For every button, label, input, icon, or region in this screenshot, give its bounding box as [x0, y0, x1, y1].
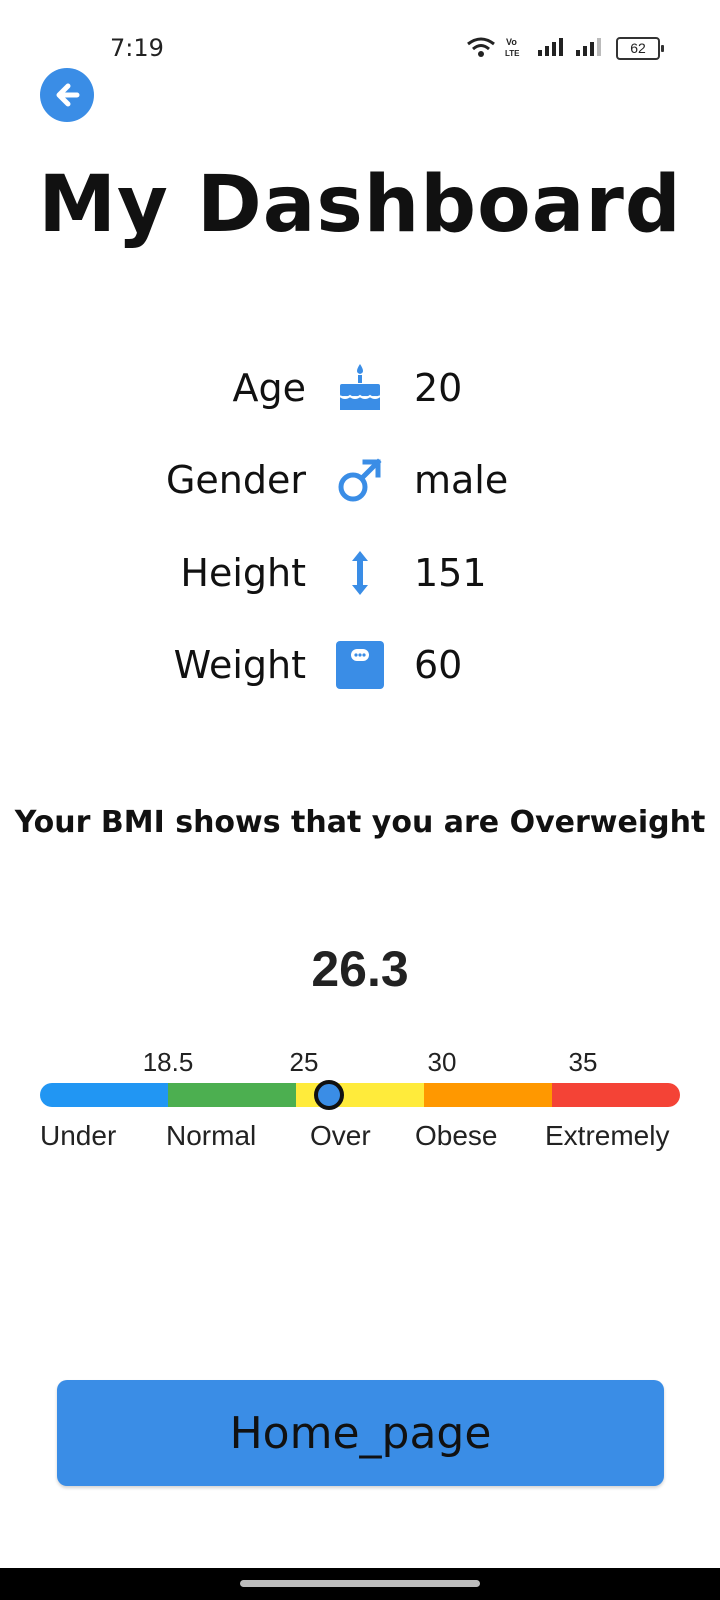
profile-value: 60: [414, 643, 463, 687]
status-bar: 7:19 Vo LTE 62: [0, 0, 720, 96]
bmi-scale-bar: [40, 1083, 680, 1107]
signal-icon: [538, 38, 563, 56]
scale-segment-normal: [168, 1083, 296, 1107]
volte-icon: Vo LTE: [505, 37, 520, 58]
scale-segment-extremely: [552, 1083, 680, 1107]
scale-category: Normal: [166, 1120, 257, 1151]
status-time: 7:19: [110, 34, 164, 62]
profile-value: male: [414, 458, 509, 502]
profile-label: Age: [232, 366, 307, 410]
back-button[interactable]: [40, 68, 94, 122]
profile-label: Weight: [173, 643, 306, 687]
profile-value: 151: [414, 551, 487, 595]
cake-icon: [334, 362, 386, 414]
scale-threshold: 30: [427, 1047, 457, 1077]
profile-label: Gender: [165, 458, 306, 502]
profile-row-height: Height 151: [0, 543, 720, 603]
scale-segment-under: [40, 1083, 168, 1107]
scale-category: Obese: [415, 1120, 498, 1151]
bmi-marker: [314, 1080, 345, 1110]
home-gesture-handle[interactable]: [240, 1580, 480, 1587]
battery-indicator: 62: [616, 37, 664, 60]
scale-threshold: 35: [568, 1047, 598, 1077]
home-page-button[interactable]: Home_page: [57, 1380, 664, 1486]
scale-threshold: 18.5: [142, 1047, 194, 1077]
scale-category: Under: [40, 1120, 117, 1151]
scale-category: Extremely: [545, 1120, 670, 1151]
profile-label: Height: [180, 551, 306, 595]
svg-text:Vo: Vo: [506, 37, 517, 47]
profile-row-age: Age 20: [0, 358, 720, 418]
scale-category: Over: [310, 1120, 371, 1151]
profile-row-weight: Weight 60: [0, 635, 720, 695]
scale-icon: [334, 639, 386, 691]
profile-row-gender: Gender male: [0, 450, 720, 510]
height-icon: [334, 547, 386, 599]
bmi-message: Your BMI shows that you are Overweight: [14, 805, 706, 840]
navigation-bar: [0, 1568, 720, 1600]
svg-text:LTE: LTE: [505, 49, 520, 58]
scale-threshold: 25: [289, 1047, 319, 1077]
male-icon: [334, 454, 386, 506]
status-icons: Vo LTE: [466, 36, 604, 58]
bmi-value: 26.3: [311, 941, 409, 997]
page-title: My Dashboard: [38, 160, 682, 250]
wifi-icon: [467, 37, 495, 57]
arrow-left-icon: [56, 83, 80, 107]
scale-segment-obese: [424, 1083, 552, 1107]
profile-value: 20: [414, 366, 463, 410]
signal-icon: [576, 38, 601, 56]
